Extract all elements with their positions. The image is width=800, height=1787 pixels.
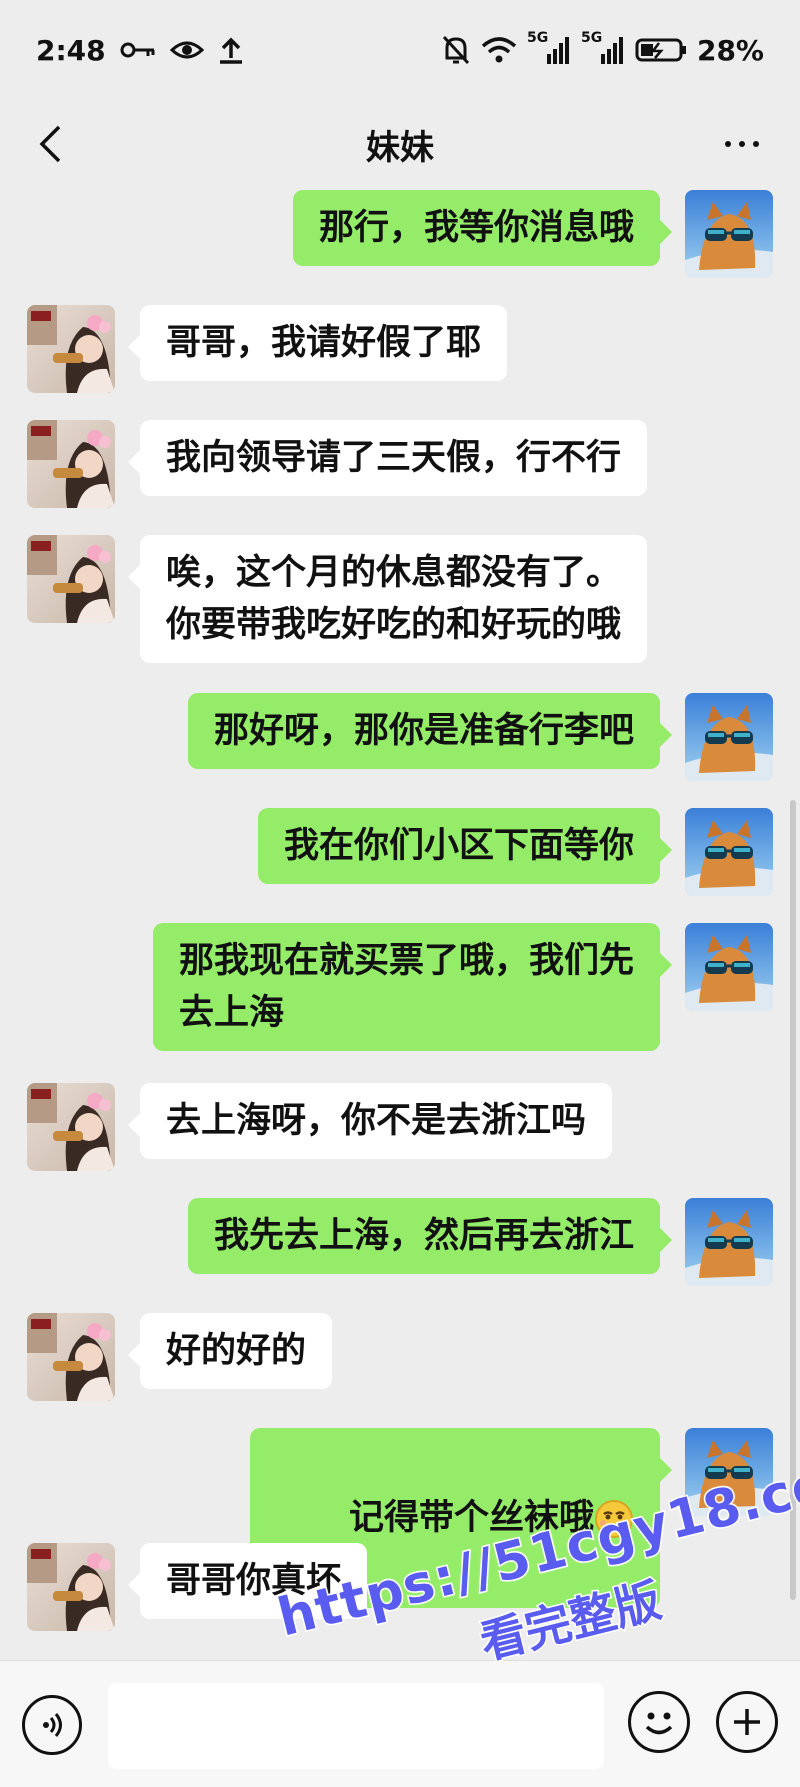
voice-button[interactable]: [22, 1695, 82, 1755]
cat-sunglasses-avatar-icon: [685, 1198, 773, 1286]
message-bubble[interactable]: 唉，这个月的休息都没有了。 你要带我吃好吃的和好玩的哦: [127, 535, 648, 663]
message-bubble[interactable]: 那行，我等你消息哦: [292, 190, 673, 266]
cat-sunglasses-avatar-icon: [685, 808, 773, 896]
message-bubble[interactable]: 我先去上海，然后再去浙江: [187, 1198, 673, 1274]
message-bubble[interactable]: 哥哥，我请好假了耶: [127, 305, 508, 381]
message-bubble[interactable]: 去上海呀，你不是去浙江吗: [127, 1083, 613, 1159]
girl-avatar-icon: [27, 1083, 115, 1171]
contact-avatar[interactable]: [27, 1313, 115, 1401]
contact-avatar[interactable]: [27, 420, 115, 508]
message-bubble[interactable]: 我向领导请了三天假，行不行: [127, 420, 648, 496]
chat-area: 那行，我等你消息哦 哥哥，我请好假了耶 我向领导请了三天假，行不行 唉，这个月的…: [0, 0, 800, 1787]
plus-button[interactable]: [716, 1691, 778, 1753]
self-avatar[interactable]: [685, 808, 773, 896]
girl-avatar-icon: [27, 1313, 115, 1401]
message-text: 记得带个丝袜哦: [348, 1498, 594, 1538]
girl-avatar-icon: [27, 420, 115, 508]
contact-avatar[interactable]: [27, 535, 115, 623]
message-bubble[interactable]: 我在你们小区下面等你: [257, 808, 673, 884]
self-avatar[interactable]: [685, 1428, 773, 1516]
scrollbar[interactable]: [790, 800, 796, 1600]
self-avatar[interactable]: [685, 693, 773, 781]
girl-avatar-icon: [27, 1543, 115, 1631]
emoji-icon: [645, 1712, 673, 1735]
emoji-button[interactable]: [628, 1691, 690, 1753]
girl-avatar-icon: [27, 535, 115, 623]
input-bar: [0, 1660, 800, 1787]
girl-avatar-icon: [27, 305, 115, 393]
message-bubble[interactable]: 那我现在就买票了哦，我们先 去上海: [152, 923, 673, 1051]
contact-avatar[interactable]: [27, 1543, 115, 1631]
self-avatar[interactable]: [685, 190, 773, 278]
self-avatar[interactable]: [685, 923, 773, 1011]
contact-avatar[interactable]: [27, 1083, 115, 1171]
message-bubble[interactable]: 好的好的: [127, 1313, 333, 1389]
self-avatar[interactable]: [685, 1198, 773, 1286]
cat-sunglasses-avatar-icon: [685, 693, 773, 781]
message-input[interactable]: [108, 1683, 604, 1769]
plus-icon: [734, 1709, 760, 1735]
cat-sunglasses-avatar-icon: [685, 1428, 773, 1516]
cat-sunglasses-avatar-icon: [685, 923, 773, 1011]
contact-avatar[interactable]: [27, 305, 115, 393]
voice-icon: [43, 1713, 62, 1737]
cat-sunglasses-avatar-icon: [685, 190, 773, 278]
smirk-emoji-icon: [595, 1500, 633, 1538]
message-bubble[interactable]: 哥哥你真坏: [127, 1543, 368, 1619]
message-bubble[interactable]: 那好呀，那你是准备行李吧: [187, 693, 673, 769]
